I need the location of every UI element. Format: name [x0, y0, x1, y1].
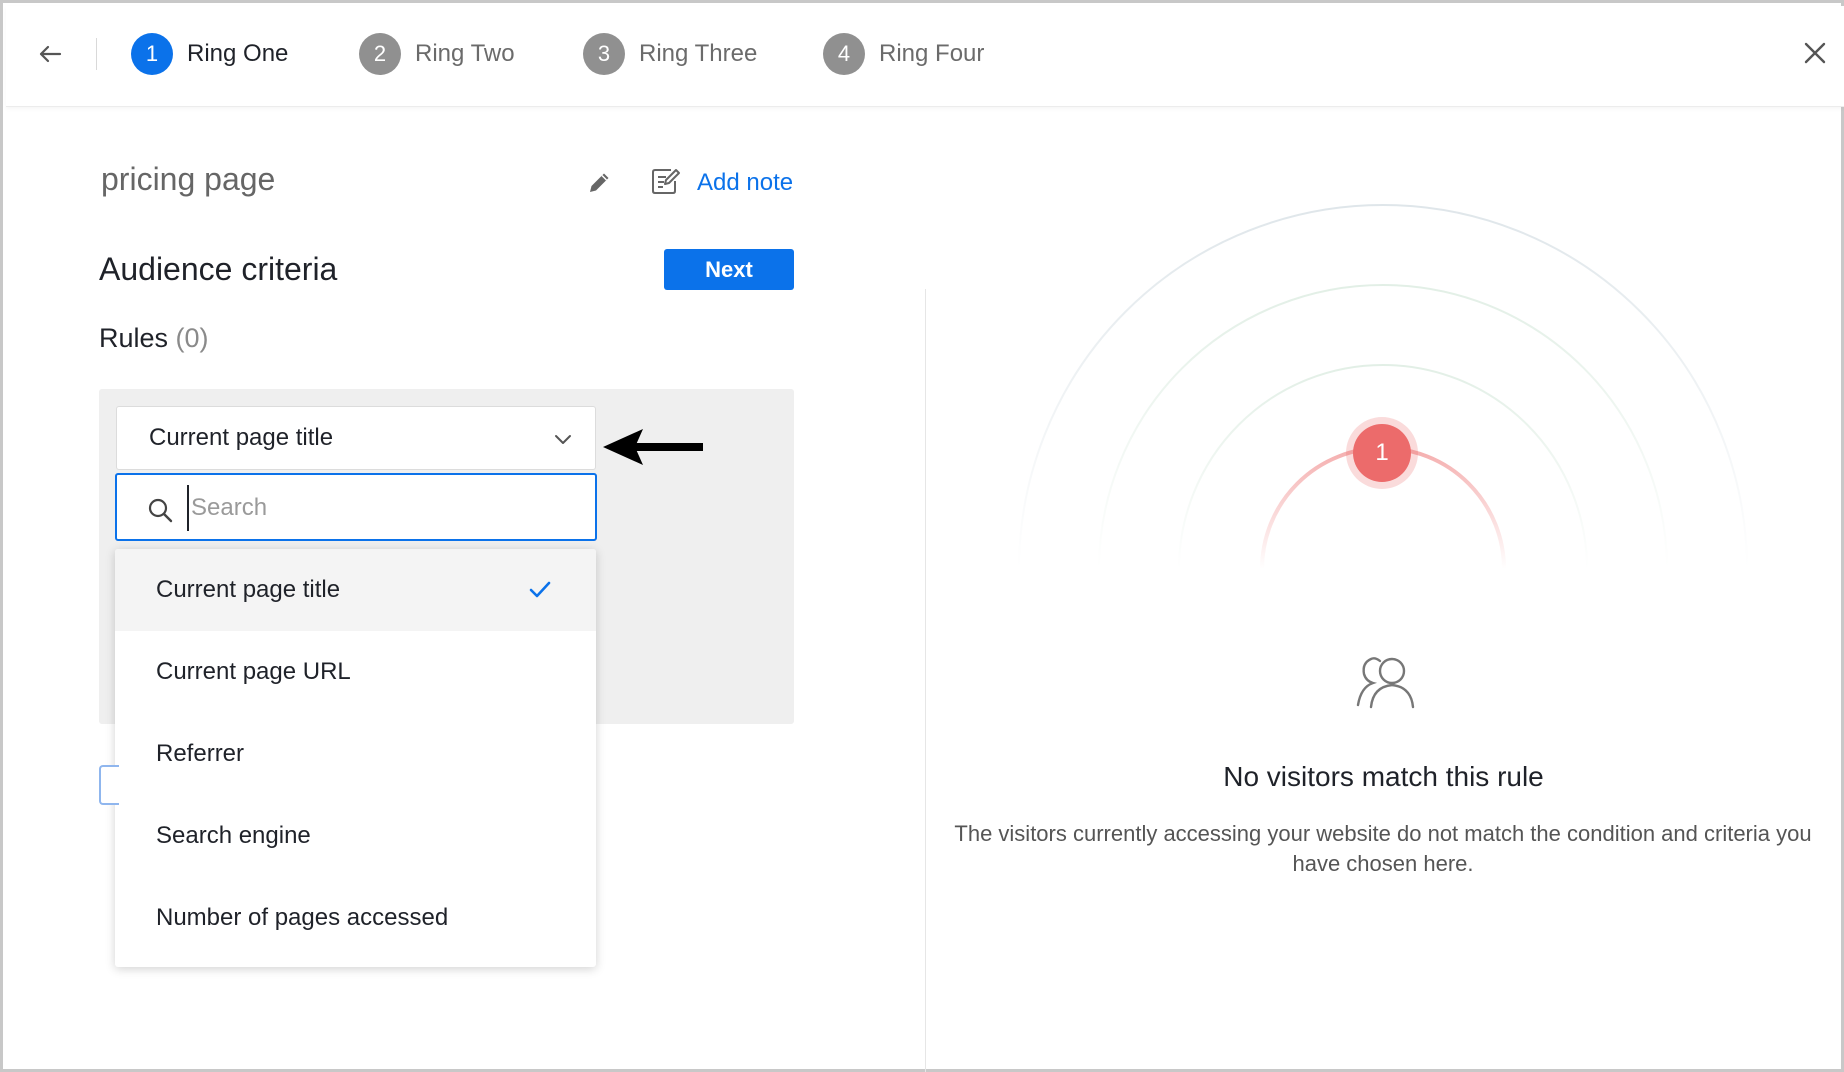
step-ring-three[interactable]: 3 Ring Three [583, 32, 757, 76]
obscured-button[interactable] [99, 765, 119, 805]
option-label: Current page title [156, 576, 341, 603]
close-icon[interactable] [1800, 38, 1830, 68]
panel-divider [925, 289, 926, 1072]
search-input[interactable] [187, 485, 577, 531]
step-number: 3 [583, 33, 625, 75]
step-label: Ring Four [879, 40, 985, 67]
section-title: Audience criteria [99, 251, 338, 287]
step-number: 4 [823, 33, 865, 75]
criteria-select[interactable]: Current page title [116, 406, 596, 470]
next-button[interactable]: Next [664, 249, 794, 290]
option-label: Referrer [156, 740, 245, 767]
app-window: 1 Ring One 2 Ring Two 3 Ring Three 4 Rin… [0, 0, 1844, 1072]
users-icon [1356, 657, 1415, 709]
empty-state-title: No visitors match this rule [1223, 761, 1544, 792]
dropdown-option[interactable]: Number of pages accessed [115, 877, 596, 959]
visitor-count-badge: 1 [1346, 417, 1418, 489]
search-icon [148, 498, 173, 523]
step-header: 1 Ring One 2 Ring Two 3 Ring Three 4 Rin… [6, 6, 1844, 107]
chevron-down-icon [555, 435, 571, 444]
back-arrow-icon[interactable] [34, 38, 66, 70]
add-note-link[interactable]: Add note [697, 169, 793, 197]
dropdown-option[interactable]: Current page title [115, 549, 596, 631]
dropdown-option[interactable]: Search engine [115, 795, 596, 877]
criteria-search [115, 473, 597, 541]
rules-heading: Rules (0) [99, 323, 209, 354]
note-icon[interactable] [651, 167, 681, 195]
option-label: Current page URL [156, 658, 351, 685]
radar-rings [1018, 204, 1748, 569]
criteria-dropdown: Current page title Current page URL Refe… [115, 549, 596, 967]
visitor-count: 1 [1353, 424, 1411, 482]
dropdown-option[interactable]: Current page URL [115, 631, 596, 713]
pointer-arrow-icon [603, 429, 703, 465]
option-label: Number of pages accessed [156, 904, 449, 931]
step-number: 1 [131, 33, 173, 75]
step-ring-one[interactable]: 1 Ring One [131, 32, 288, 76]
step-ring-four[interactable]: 4 Ring Four [823, 32, 984, 76]
step-label: Ring One [187, 40, 289, 67]
step-label: Ring Three [639, 40, 758, 67]
rules-label: Rules [99, 323, 169, 353]
header-divider [96, 38, 97, 70]
pencil-icon[interactable] [585, 169, 613, 197]
rule-name: pricing page [101, 161, 276, 197]
step-ring-two[interactable]: 2 Ring Two [359, 32, 515, 76]
step-number: 2 [359, 33, 401, 75]
step-label: Ring Two [415, 40, 515, 67]
option-label: Search engine [156, 822, 311, 849]
rules-count: (0) [175, 323, 209, 353]
checkmark-icon [529, 581, 551, 598]
dropdown-option[interactable]: Referrer [115, 713, 596, 795]
empty-state-description: The visitors currently accessing your we… [954, 821, 1812, 876]
criteria-selected-value: Current page title [149, 424, 334, 451]
